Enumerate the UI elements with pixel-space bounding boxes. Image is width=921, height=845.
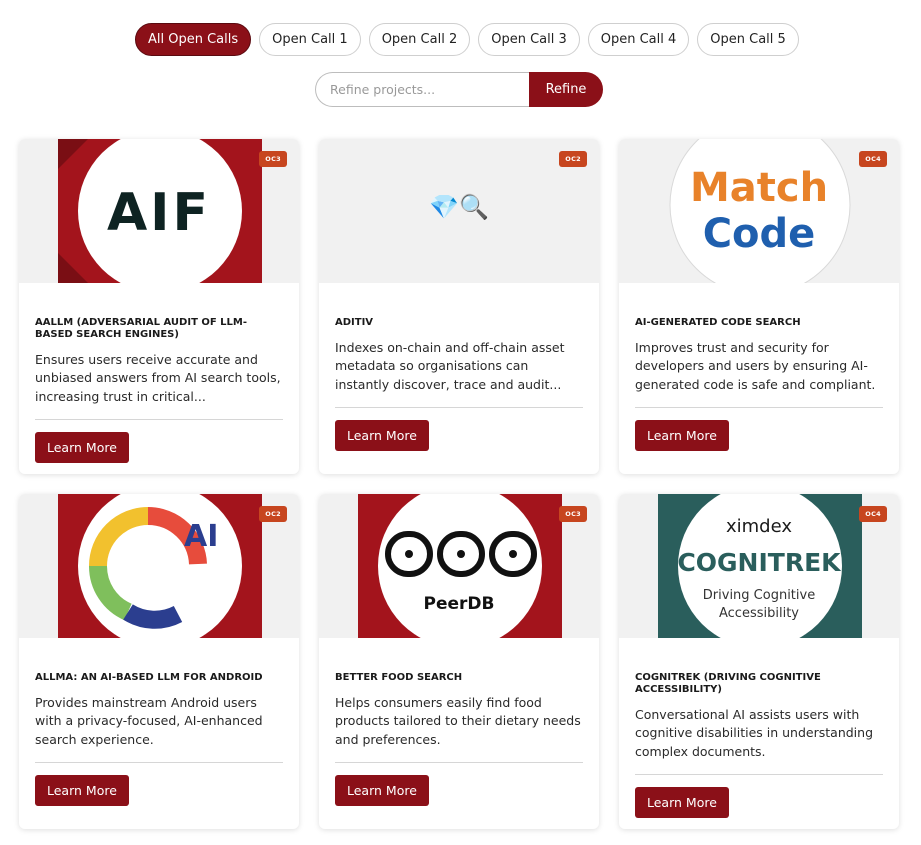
- filter-open-call-5[interactable]: Open Call 5: [697, 23, 799, 56]
- project-title: COGNITREK (Driving Cognitive Accessibili…: [635, 672, 821, 695]
- project-thumbnail: AIF OC3: [19, 139, 299, 283]
- filter-open-call-4[interactable]: Open Call 4: [587, 23, 690, 56]
- learn-more-button[interactable]: Learn More: [35, 432, 129, 463]
- divider: [35, 762, 283, 763]
- filter-open-call-3[interactable]: Open Call 3: [478, 23, 580, 56]
- project-description: Conversational AI assists users with cog…: [635, 707, 874, 759]
- filter-all-open-calls[interactable]: All Open Calls: [135, 23, 252, 56]
- filter-open-call-2[interactable]: Open Call 2: [368, 23, 471, 56]
- logo-tagline-1: Driving Cognitive: [702, 588, 816, 603]
- project-card: ximdex COGNITREK Driving Cognitive Acces…: [619, 494, 899, 829]
- project-description: Ensures users receive accurate and unbia…: [35, 352, 281, 404]
- project-thumbnail: PeerDB OC3: [319, 494, 599, 638]
- project-title: ADITIV: [335, 317, 374, 328]
- project-card: PeerDB OC3 Better Food Search Helps cons…: [319, 494, 599, 829]
- learn-more-button[interactable]: Learn More: [335, 420, 429, 451]
- project-title: ALLMA: An AI-based LLM for Android: [35, 672, 263, 683]
- gem-magnifier-icon: 💎🔍: [429, 193, 489, 221]
- logo-text-match: Match: [689, 165, 829, 211]
- open-call-badge: OC2: [559, 151, 587, 167]
- project-description: Improves trust and security for develope…: [635, 340, 876, 392]
- open-call-badge: OC2: [259, 506, 287, 522]
- project-title: AALLM (Adversarial Audit of LLM-based Se…: [35, 317, 248, 340]
- project-card: 💎🔍 OC2 ADITIV Indexes on-chain and off-c…: [319, 139, 599, 474]
- divider: [635, 774, 883, 775]
- open-call-badge: OC4: [859, 151, 887, 167]
- open-call-badge: OC3: [559, 506, 587, 522]
- open-call-filters: All Open Calls Open Call 1 Open Call 2 O…: [135, 23, 799, 56]
- divider: [635, 407, 883, 408]
- divider: [335, 407, 583, 408]
- project-description: Helps consumers easily find food product…: [335, 695, 581, 747]
- project-description: Provides mainstream Android users with a…: [35, 695, 263, 747]
- logo-text: AIF: [106, 183, 212, 243]
- learn-more-button[interactable]: Learn More: [35, 775, 129, 806]
- divider: [35, 419, 283, 420]
- learn-more-button[interactable]: Learn More: [335, 775, 429, 806]
- search-bar: Refine projects... Refine: [315, 72, 603, 107]
- divider: [335, 762, 583, 763]
- project-thumbnail: Match Code OC4: [619, 139, 899, 283]
- logo-tagline-2: Accessibility: [719, 606, 799, 621]
- logo-text: PeerDB: [423, 594, 495, 614]
- logo-name: COGNITREK: [677, 548, 841, 577]
- logo-text-code: Code: [702, 211, 816, 257]
- project-thumbnail: 💎🔍 OC2: [319, 139, 599, 283]
- project-description: Indexes on-chain and off-chain asset met…: [335, 340, 565, 392]
- project-card: AIF OC3 AALLM (Adversarial Audit of LLM-…: [19, 139, 299, 474]
- open-call-badge: OC3: [259, 151, 287, 167]
- peerdb-logo-icon: [358, 494, 562, 638]
- allma-logo-icon: AI: [58, 494, 262, 638]
- project-card: AI OC2 ALLMA: An AI-based LLM for Androi…: [19, 494, 299, 829]
- project-card: Match Code OC4 AI-Generated Code Search …: [619, 139, 899, 474]
- logo-brand: ximdex: [725, 516, 793, 537]
- learn-more-button[interactable]: Learn More: [635, 420, 729, 451]
- svg-text:AI: AI: [184, 519, 218, 554]
- open-call-badge: OC4: [859, 506, 887, 522]
- search-input[interactable]: Refine projects...: [315, 72, 529, 107]
- project-title: AI-Generated Code Search: [635, 317, 801, 328]
- learn-more-button[interactable]: Learn More: [635, 787, 729, 818]
- project-title: Better Food Search: [335, 672, 463, 683]
- filter-open-call-1[interactable]: Open Call 1: [259, 23, 361, 56]
- refine-button[interactable]: Refine: [529, 72, 603, 107]
- project-thumbnail: ximdex COGNITREK Driving Cognitive Acces…: [619, 494, 899, 638]
- project-thumbnail: AI OC2: [19, 494, 299, 638]
